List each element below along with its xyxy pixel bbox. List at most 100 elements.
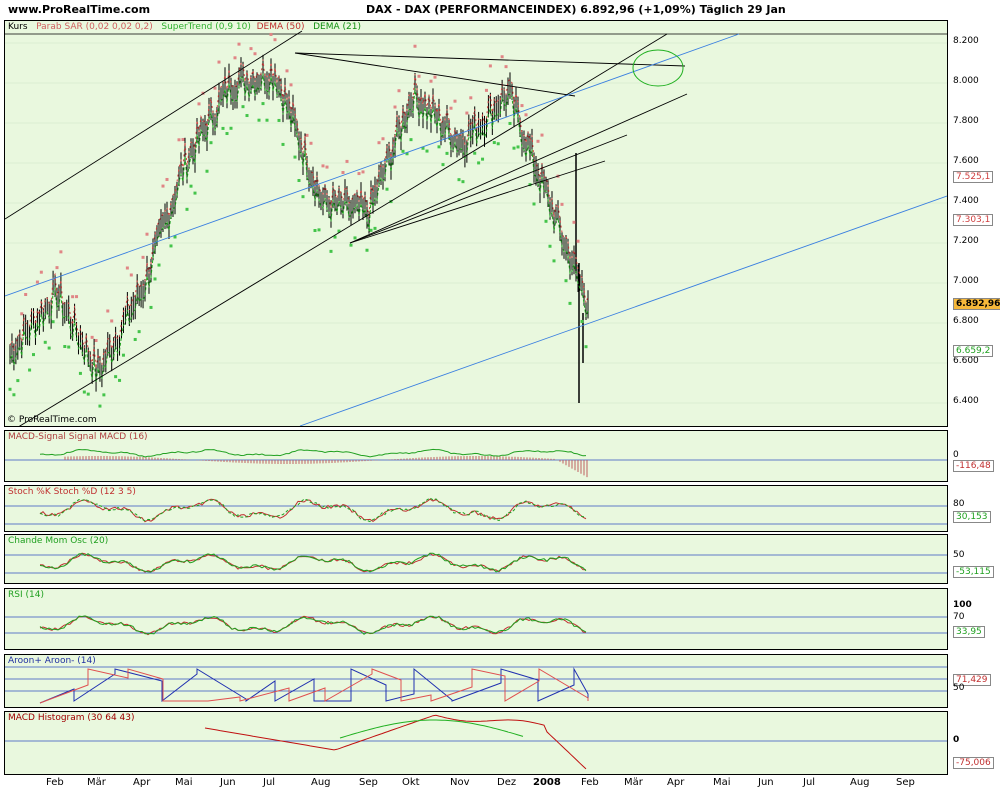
sar-dot (110, 319, 114, 323)
sar-dot (161, 184, 165, 188)
dema21-line (9, 73, 589, 383)
sar-dot (181, 138, 185, 142)
macd-tick: 0 (953, 450, 959, 460)
supertrend-dot (67, 345, 71, 349)
sar-dot (75, 295, 79, 299)
sar-dot (309, 141, 313, 145)
supertrend-dot (329, 249, 333, 253)
sar-dot (576, 239, 580, 243)
sar-dot (253, 52, 257, 56)
supertrend-dot (548, 244, 552, 248)
supertrend-dot (353, 236, 357, 240)
rsi-chart (5, 615, 947, 636)
macd-value: -116,48 (953, 460, 994, 472)
sar-dot (572, 220, 576, 224)
x-tick-label: Feb (581, 777, 599, 788)
supertrend-dot (369, 228, 373, 232)
x-tick-label: Apr (133, 777, 151, 788)
sar-dot (500, 55, 504, 59)
sar-dot (429, 79, 433, 83)
sar-dot (433, 75, 437, 79)
sar-dot (488, 64, 492, 68)
supertrend-dot (544, 219, 548, 223)
site-name[interactable]: www.ProRealTime.com (8, 3, 150, 16)
sar-dot (237, 42, 241, 46)
supertrend-dot (481, 157, 485, 161)
supertrend-dot (373, 226, 377, 230)
supertrend-dot (293, 155, 297, 159)
supertrend-dot (169, 244, 173, 248)
sar-dot (141, 255, 145, 259)
supertrend-dot (496, 142, 500, 146)
highlight-circle (632, 49, 684, 87)
supertrend-dot (47, 346, 51, 350)
supertrend-dot (516, 145, 520, 149)
supertrend-dot (313, 229, 317, 233)
x-tick-label: Okt (402, 777, 420, 788)
supertrend-dot (221, 126, 225, 130)
supertrend-dot (492, 141, 496, 145)
supertrend-dot (229, 126, 233, 130)
sar-dot (145, 232, 149, 236)
sar-dot (125, 266, 129, 270)
stoch-tick: 80 (953, 499, 965, 509)
sar-dot (393, 105, 397, 109)
supertrend-dot (78, 371, 82, 375)
trend-line (294, 52, 576, 97)
x-tick-label: Jul (263, 777, 276, 788)
sar-dot (269, 32, 273, 36)
macd-panel: MACD-Signal Signal MACD (16) (4, 430, 948, 482)
supertrend-dot (118, 378, 122, 382)
x-tick-label: Sep (896, 777, 915, 788)
sar-dot (106, 309, 110, 313)
chart-title: DAX - DAX (PERFORMANCEINDEX) 6.892,96 (+… (366, 3, 786, 16)
supertrend-dot (508, 121, 512, 125)
supertrend-dot (32, 353, 35, 357)
sar-dot (397, 89, 401, 93)
supertrend-dot (12, 393, 16, 397)
chande-line (39, 552, 587, 573)
supertrend-dot (552, 259, 556, 263)
sar-dot (305, 133, 309, 137)
price-tick-label: 6.400 (953, 396, 979, 406)
stoch-panel: Stoch %K Stoch %D (12 3 5) (4, 485, 948, 532)
supertrend-dot (189, 184, 193, 188)
aroon-tick: 50 (953, 683, 965, 693)
supertrend-dot (365, 248, 369, 252)
supertrend-dot (257, 118, 261, 122)
stoch-chart (5, 497, 947, 525)
stoch-k-line (39, 498, 587, 523)
rsi-panel: RSI (14) (4, 588, 948, 650)
supertrend-dot (568, 301, 572, 305)
chande-chart (5, 552, 947, 574)
supertrend-dot (82, 390, 86, 394)
supertrend-dot (153, 277, 157, 281)
sar-dot (20, 312, 24, 316)
supertrend-dot (461, 180, 465, 184)
header: www.ProRealTime.com DAX - DAX (PERFORMAN… (0, 0, 1000, 20)
supertrend-dot (409, 138, 413, 142)
sar-dot (560, 202, 564, 206)
sar-dot (197, 102, 201, 106)
sar-dot (249, 47, 253, 51)
supertrend-dot (185, 207, 189, 211)
supertrend-dot (297, 178, 301, 182)
chande-value: -53,115 (953, 566, 994, 578)
supertrend-dot (102, 393, 106, 397)
sar-dot (39, 270, 43, 274)
supertrend-dot (133, 337, 137, 341)
aroon-chart (5, 666, 947, 704)
supertrend-dot (28, 368, 32, 372)
supertrend-dot (281, 142, 285, 146)
supertrend-dot (477, 161, 481, 165)
supertrend-dot (580, 319, 584, 323)
supertrend-dot (51, 320, 55, 324)
price-value-box: 6.659,2 (953, 345, 994, 357)
x-tick-label: Jun (758, 777, 774, 788)
sar-dot (357, 172, 361, 176)
hist-line-green (339, 719, 524, 739)
price-chart (5, 30, 947, 426)
sar-dot (417, 74, 421, 78)
hist-value: -75,006 (953, 757, 994, 769)
price-tick-label: 6.600 (953, 356, 979, 366)
